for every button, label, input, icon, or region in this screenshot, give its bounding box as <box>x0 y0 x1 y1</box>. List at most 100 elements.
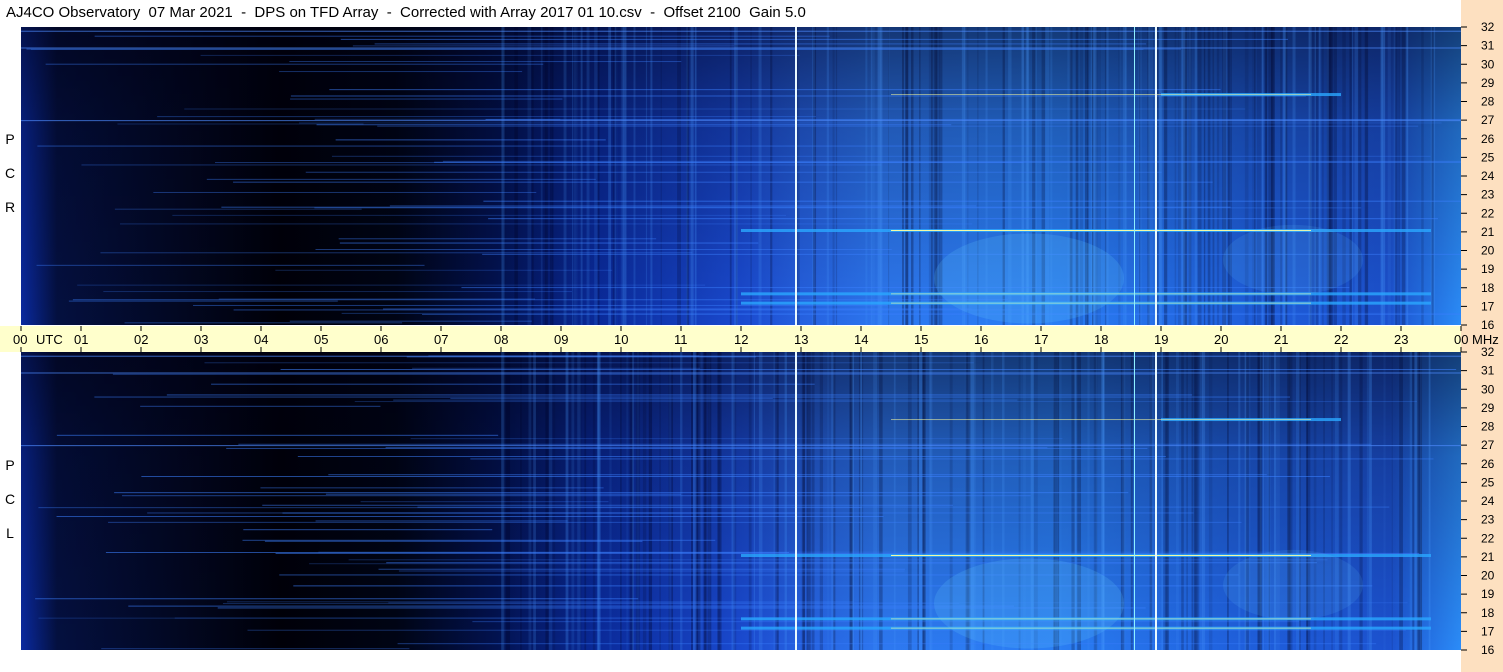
interference-line <box>94 35 830 37</box>
interference-line <box>238 443 1371 445</box>
striation <box>552 27 554 325</box>
striation <box>1181 27 1186 325</box>
interference-line <box>226 601 854 603</box>
interference-line <box>122 495 1031 497</box>
interference-line <box>243 529 493 531</box>
interference-line <box>280 368 1457 370</box>
interference-line <box>233 309 1023 311</box>
interference-line <box>314 207 1362 209</box>
x-tick-label: 21 <box>1274 332 1288 347</box>
striation <box>677 27 681 325</box>
interference-line <box>124 322 403 324</box>
interference-line <box>389 205 977 207</box>
y-tick-label: 24 <box>1481 494 1495 508</box>
striation <box>1207 27 1211 325</box>
striation <box>1216 27 1220 325</box>
y-tick-label: 28 <box>1481 420 1495 434</box>
striation <box>1419 352 1422 650</box>
striation <box>573 27 576 325</box>
interference-line <box>174 617 694 619</box>
interference-line <box>37 145 1136 147</box>
interference-line <box>112 373 1157 375</box>
striation <box>813 27 817 325</box>
interference-line <box>68 300 338 302</box>
spectrogram-chart: 00 01 02 03 04 05 06 07 08 09 10 11 12 13 14 15 16 17 18 19… <box>0 0 1503 672</box>
striation <box>540 27 543 325</box>
interference-line <box>393 399 1018 401</box>
emission-patch <box>934 233 1124 324</box>
striation <box>1178 27 1181 325</box>
striation <box>1401 27 1406 325</box>
x-tick-label: 07 <box>434 332 448 347</box>
panel-rcp <box>21 27 1462 325</box>
striation <box>902 27 904 325</box>
interference-line <box>315 248 892 250</box>
carrier-line <box>21 445 1461 447</box>
interference-line <box>289 320 532 322</box>
x-tick-label: 00 <box>13 332 27 347</box>
interference-line <box>383 308 972 310</box>
striation <box>1149 27 1154 325</box>
vertical-marker <box>1134 27 1135 325</box>
interference-line <box>153 191 537 193</box>
striation <box>1351 27 1353 325</box>
striation <box>1227 27 1230 325</box>
striation <box>563 27 567 325</box>
x-tick-label: 06 <box>374 332 388 347</box>
interference-line <box>114 492 1129 494</box>
striation <box>1212 27 1215 325</box>
interference-line <box>329 89 1221 91</box>
vertical-marker <box>1155 27 1157 325</box>
striation <box>594 27 598 325</box>
x-tick-label: 09 <box>554 332 568 347</box>
y-tick-label: 21 <box>1481 550 1495 564</box>
carrier-line <box>21 355 1461 357</box>
y-tick-label: 32 <box>1481 345 1495 359</box>
y-tick-label: 22 <box>1481 531 1495 545</box>
x-tick-label: 23 <box>1394 332 1408 347</box>
y-tick-label: 22 <box>1481 206 1495 220</box>
y-tick-label: 27 <box>1481 438 1495 452</box>
interference-line <box>461 287 1350 289</box>
striation <box>586 27 590 325</box>
striation <box>694 27 697 325</box>
x-tick-label: 22 <box>1334 332 1348 347</box>
y-tick-label: 24 <box>1481 169 1495 183</box>
interference-line <box>128 605 1015 607</box>
interference-line <box>36 264 425 266</box>
interference-line <box>386 562 1317 564</box>
striation <box>1197 27 1202 325</box>
striation <box>1359 352 1363 650</box>
striation <box>1159 27 1163 325</box>
striation <box>1124 27 1127 325</box>
striation <box>660 27 662 325</box>
striation <box>1430 27 1433 325</box>
interference-line <box>335 139 606 141</box>
striation <box>750 27 752 325</box>
interference-line <box>56 434 499 436</box>
interference-line <box>56 516 884 518</box>
interference-line <box>297 455 1166 457</box>
striation <box>1433 27 1436 325</box>
interference-line <box>206 178 596 180</box>
interference-line <box>360 501 609 503</box>
striation <box>931 27 934 325</box>
striation <box>1164 27 1168 325</box>
striation <box>1204 27 1206 325</box>
interference-line <box>354 401 1417 403</box>
hot-band <box>891 230 1311 232</box>
interference-line <box>325 493 682 495</box>
x-tick-label: 10 <box>614 332 628 347</box>
striation <box>645 27 648 325</box>
interference-line <box>45 63 544 65</box>
striation <box>1428 352 1431 650</box>
y-tick-label: 18 <box>1481 606 1495 620</box>
striation <box>1366 352 1370 650</box>
striation <box>1365 27 1369 325</box>
time-axis-bar <box>0 326 1461 352</box>
striation <box>835 27 838 325</box>
interference-line <box>101 648 410 650</box>
x-tick-label: 16 <box>974 332 988 347</box>
interference-line <box>140 405 381 407</box>
striation <box>597 27 600 325</box>
